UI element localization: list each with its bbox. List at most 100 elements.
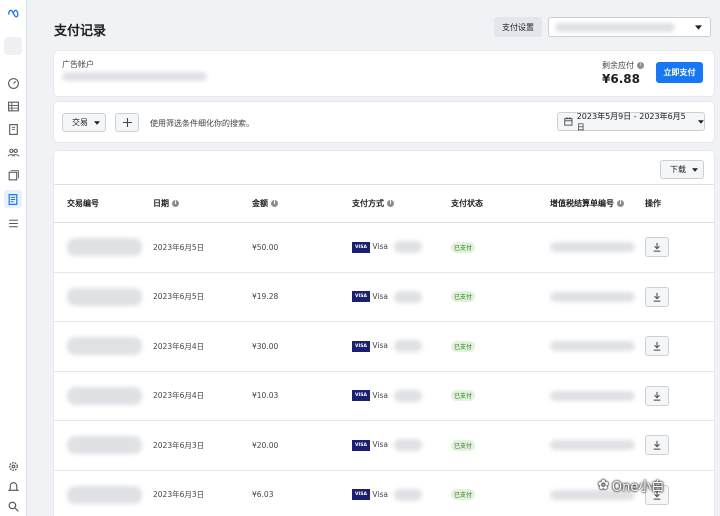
chevron-down-icon bbox=[695, 25, 702, 30]
status-cell: 已支付 bbox=[451, 371, 550, 421]
status-badge: 已支付 bbox=[451, 291, 476, 303]
account-summary-card: 广告帐户 剩余应付 i ¥6.88 立即支付 bbox=[54, 51, 714, 96]
amount-cell: ¥20.00 bbox=[252, 420, 352, 471]
table-row: 2023年6月4日 ¥10.03 VISA Visa 已支付 bbox=[54, 371, 714, 421]
account-selector[interactable] bbox=[548, 17, 711, 37]
status-badge: 已支付 bbox=[451, 390, 476, 402]
chevron-down-icon bbox=[94, 120, 100, 125]
visa-card-icon: VISA bbox=[352, 489, 370, 501]
pages-icon[interactable] bbox=[4, 120, 22, 138]
catalog-icon[interactable] bbox=[4, 166, 22, 184]
vat-invoice-cell bbox=[550, 222, 645, 273]
amount-cell: ¥50.00 bbox=[252, 222, 352, 273]
vat-invoice-redacted bbox=[550, 242, 635, 253]
amount-cell: ¥19.28 bbox=[252, 272, 352, 322]
status-cell: 已支付 bbox=[451, 272, 550, 322]
audience-icon[interactable] bbox=[4, 143, 22, 161]
balance-label: 剩余应付 i bbox=[602, 60, 644, 71]
vat-invoice-redacted bbox=[550, 440, 635, 451]
billing-icon[interactable] bbox=[4, 190, 22, 208]
plus-icon bbox=[122, 118, 132, 127]
table-icon[interactable] bbox=[4, 97, 22, 115]
col-transaction-id: 交易编号 bbox=[54, 184, 153, 223]
account-name-redacted bbox=[555, 23, 675, 32]
info-icon: i bbox=[271, 200, 278, 207]
meta-logo[interactable] bbox=[4, 3, 22, 21]
download-receipt-button[interactable] bbox=[645, 237, 669, 258]
status-cell: 已支付 bbox=[451, 420, 550, 471]
payment-method-cell: VISA Visa bbox=[352, 222, 451, 273]
calendar-icon bbox=[564, 117, 573, 126]
trade-filter-dropdown[interactable]: 交易 bbox=[62, 113, 106, 132]
trade-filter-label: 交易 bbox=[72, 118, 88, 127]
download-icon bbox=[653, 292, 661, 302]
date-cell: 2023年6月5日 bbox=[153, 272, 252, 322]
card-number-redacted bbox=[393, 340, 422, 353]
search-icon[interactable] bbox=[4, 497, 22, 515]
payment-method-text: Visa bbox=[372, 242, 388, 252]
dashboard-icon[interactable] bbox=[4, 74, 22, 92]
table-header-row: 交易编号 日期 i 金额 i 支付方式 i 支付状态 增值税结算单编号 i 操作 bbox=[54, 184, 714, 223]
watermark: ✿ One小白 bbox=[598, 478, 665, 495]
info-icon: i bbox=[637, 62, 644, 69]
download-receipt-button[interactable] bbox=[645, 385, 669, 406]
bell-icon[interactable] bbox=[4, 477, 22, 495]
col-payment-method: 支付方式 i bbox=[352, 184, 451, 223]
wechat-icon: ✿ bbox=[598, 478, 609, 493]
settings-icon[interactable] bbox=[4, 457, 22, 475]
download-receipt-button[interactable] bbox=[645, 336, 669, 357]
transaction-id-redacted bbox=[67, 436, 142, 455]
add-filter-button[interactable] bbox=[115, 113, 139, 132]
col-payment-status: 支付状态 bbox=[451, 184, 550, 223]
table-row: 2023年6月5日 ¥19.28 VISA Visa 已支付 bbox=[54, 272, 714, 322]
actions-cell bbox=[645, 222, 714, 273]
col-date: 日期 i bbox=[153, 184, 252, 223]
actions-cell bbox=[645, 272, 714, 322]
actions-cell bbox=[645, 371, 714, 421]
date-range-picker[interactable]: 2023年5月9日 - 2023年6月5日 bbox=[557, 112, 705, 132]
info-icon: i bbox=[387, 200, 394, 207]
account-avatar[interactable] bbox=[4, 37, 22, 55]
status-cell: 已支付 bbox=[451, 470, 550, 516]
actions-cell bbox=[645, 420, 714, 471]
col-amount: 金额 i bbox=[252, 184, 352, 223]
download-receipt-button[interactable] bbox=[645, 435, 669, 456]
payment-method-cell: VISA Visa bbox=[352, 470, 451, 516]
payment-method-cell: VISA Visa bbox=[352, 371, 451, 421]
pay-now-button[interactable]: 立即支付 bbox=[656, 62, 703, 83]
filter-hint: 使用筛选条件细化你的搜索。 bbox=[150, 119, 254, 128]
visa-card-icon: VISA bbox=[352, 291, 370, 303]
transaction-id-redacted bbox=[67, 238, 142, 257]
payment-method-text: Visa bbox=[372, 291, 388, 301]
amount-cell: ¥6.03 bbox=[252, 470, 352, 516]
card-number-redacted bbox=[393, 439, 422, 452]
ad-account-redacted bbox=[62, 72, 207, 81]
download-label: 下载 bbox=[670, 165, 686, 174]
card-number-redacted bbox=[393, 488, 422, 501]
vat-invoice-cell bbox=[550, 371, 645, 421]
col-vat-invoice: 增值税结算单编号 i bbox=[550, 184, 645, 223]
menu-icon[interactable] bbox=[4, 214, 22, 232]
date-cell: 2023年6月3日 bbox=[153, 420, 252, 471]
download-receipt-button[interactable] bbox=[645, 286, 669, 307]
table-row: 2023年6月4日 ¥30.00 VISA Visa 已支付 bbox=[54, 321, 714, 372]
payment-settings-button[interactable]: 支付设置 bbox=[494, 17, 542, 37]
col-actions: 操作 bbox=[645, 184, 714, 223]
status-cell: 已支付 bbox=[451, 321, 550, 372]
transaction-id-cell bbox=[54, 470, 153, 516]
card-number-redacted bbox=[393, 241, 422, 254]
amount-cell: ¥10.03 bbox=[252, 371, 352, 421]
vat-invoice-redacted bbox=[550, 341, 635, 352]
ad-account-label: 广告帐户 bbox=[62, 60, 94, 69]
download-icon bbox=[653, 391, 661, 401]
download-icon bbox=[653, 342, 661, 351]
visa-card-icon: VISA bbox=[352, 390, 370, 402]
transaction-id-cell bbox=[54, 222, 153, 273]
transaction-id-cell bbox=[54, 321, 153, 372]
vat-invoice-cell bbox=[550, 420, 645, 471]
vat-invoice-redacted bbox=[550, 390, 635, 401]
chevron-down-icon bbox=[692, 167, 698, 172]
page-title: 支付记录 bbox=[54, 24, 107, 39]
download-dropdown[interactable]: 下载 bbox=[660, 160, 704, 179]
balance-amount: ¥6.88 bbox=[602, 72, 640, 86]
